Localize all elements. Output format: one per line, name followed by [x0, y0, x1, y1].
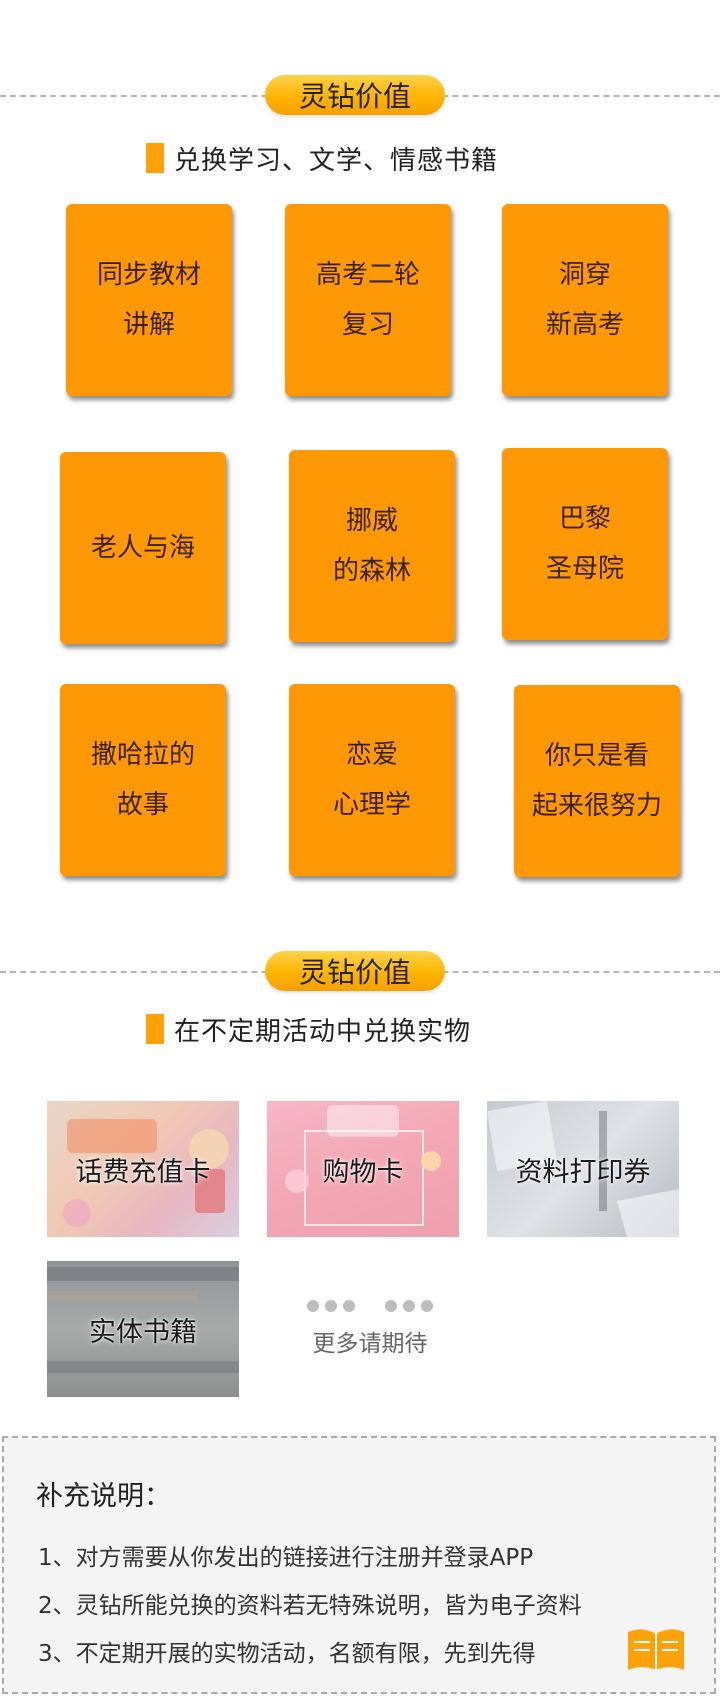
note-item: 2、灵钻所能兑换的资料若无特殊说明，皆为电子资料: [38, 1593, 582, 1619]
book-title-line2: 新高考: [545, 310, 624, 340]
ellipsis-icon: [290, 1300, 450, 1312]
book-title-line2: 起来很努力: [531, 791, 662, 821]
value-badge: 灵钻价值: [265, 75, 445, 115]
tile-label: 话费充值卡: [75, 1156, 211, 1188]
tile-label: 实体书籍: [89, 1316, 197, 1348]
book-title-line1: 巴黎: [558, 504, 611, 534]
items-subheading: 在不定期活动中兑换实物: [146, 1014, 471, 1047]
book-card[interactable]: 恋爱 心理学: [289, 684, 455, 876]
more-text: 更多请期待: [312, 1331, 428, 1357]
book-title-line1: 老人与海: [90, 533, 195, 563]
physical-books-tile[interactable]: 实体书籍: [47, 1261, 239, 1397]
recharge-card-tile[interactable]: 话费充值卡: [47, 1101, 239, 1237]
section-divider-2: 灵钻价值: [0, 951, 720, 991]
value-badge: 灵钻价值: [265, 951, 445, 991]
book-title-line1: 恋爱: [345, 740, 398, 770]
book-title-line2: 讲解: [122, 310, 175, 340]
subheading-marker: [146, 1014, 164, 1044]
more-coming: 更多请期待: [290, 1300, 450, 1358]
book-title-line1: 高考二轮: [315, 260, 420, 290]
book-title-line2: 心理学: [332, 790, 411, 820]
section-divider-1: 灵钻价值: [0, 75, 720, 115]
book-title-line1: 挪威: [345, 506, 398, 536]
books-subheading: 兑换学习、文学、情感书籍: [146, 143, 498, 176]
book-title-line1: 你只是看: [544, 741, 649, 771]
book-card[interactable]: 同步教材 讲解: [66, 204, 232, 396]
book-title-line2: 的森林: [332, 556, 411, 586]
book-card[interactable]: 高考二轮 复习: [285, 204, 451, 396]
book-title-line1: 同步教材: [96, 260, 201, 290]
shopping-card-tile[interactable]: 购物卡: [267, 1101, 459, 1237]
subheading-marker: [146, 143, 164, 173]
notes-title: 补充说明：: [36, 1481, 171, 1512]
note-item: 3、不定期开展的实物活动，名额有限，先到先得: [38, 1641, 536, 1667]
book-card[interactable]: 你只是看 起来很努力: [514, 685, 680, 877]
book-card[interactable]: 巴黎 圣母院: [502, 448, 668, 640]
book-card[interactable]: 挪威 的森林: [289, 450, 455, 642]
book-title-line1: 撒哈拉的: [90, 740, 195, 770]
book-title-line2: 故事: [116, 790, 169, 820]
open-book-icon: [628, 1629, 684, 1670]
book-card[interactable]: 洞穿 新高考: [502, 204, 668, 396]
book-title-line1: 洞穿: [558, 260, 611, 290]
tile-label: 购物卡: [322, 1156, 404, 1188]
tile-label: 资料打印券: [515, 1156, 651, 1188]
subheading-text: 在不定期活动中兑换实物: [174, 1016, 472, 1047]
print-coupon-tile[interactable]: 资料打印券: [487, 1101, 679, 1237]
subheading-text: 兑换学习、文学、情感书籍: [174, 145, 499, 176]
book-card[interactable]: 老人与海: [60, 452, 226, 644]
notes-box: 补充说明： 1、对方需要从你发出的链接进行注册并登录APP 2、灵钻所能兑换的资…: [2, 1436, 716, 1694]
book-card[interactable]: 撒哈拉的 故事: [60, 684, 226, 876]
note-item: 1、对方需要从你发出的链接进行注册并登录APP: [38, 1545, 534, 1571]
book-title-line2: 圣母院: [545, 554, 624, 584]
book-title-line2: 复习: [341, 310, 394, 340]
